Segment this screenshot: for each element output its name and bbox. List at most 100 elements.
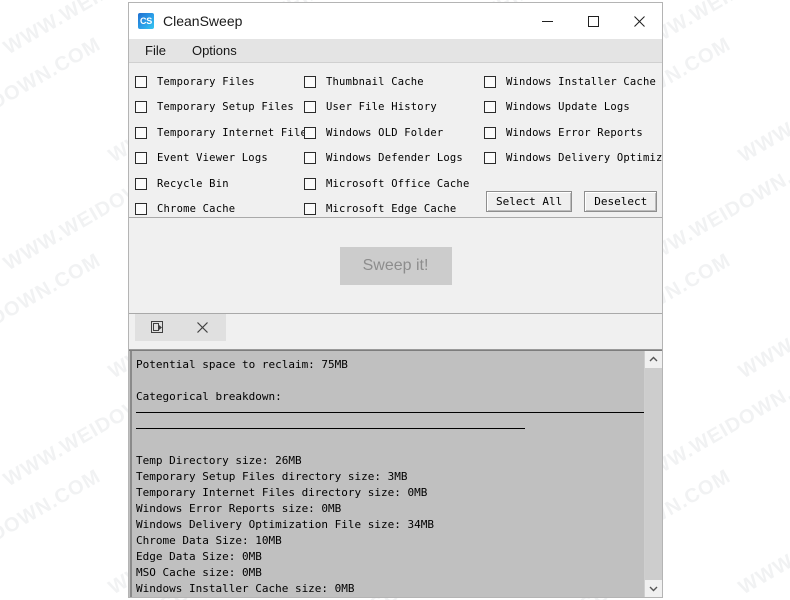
menu-bar: File Options — [129, 39, 662, 63]
cleanup-option-label: Event Viewer Logs — [157, 152, 268, 165]
checkbox-windows-old-folder[interactable] — [304, 126, 316, 139]
checkbox-microsoft-edge-cache[interactable] — [304, 203, 316, 216]
cleansweep-app-icon: CS — [138, 13, 154, 29]
checkbox-temporary-setup-files[interactable] — [135, 101, 147, 114]
scroll-down-button[interactable] — [645, 580, 662, 597]
output-blank-line — [132, 373, 644, 389]
window-controls — [524, 3, 662, 39]
watermark-text: WWW.WEIDOWN.COM — [0, 249, 105, 384]
close-button[interactable] — [616, 3, 662, 39]
output-breakdown-line: Temporary Setup Files directory size: 3M… — [136, 470, 408, 483]
checkbox-microsoft-office-cache[interactable] — [304, 177, 316, 190]
cleanup-option-row[interactable]: Temporary Setup Files — [135, 95, 314, 121]
options-column-2: Thumbnail Cache User File History Windows … — [304, 69, 469, 218]
cleanup-option-label: Temporary Setup Files — [157, 101, 294, 114]
cleanup-option-row[interactable]: Windows Error Reports — [484, 120, 662, 146]
cleanup-option-row[interactable]: Event Viewer Logs — [135, 146, 314, 172]
watermark-text: WWW.WEIDOWN.COM — [0, 33, 105, 168]
scrollbar-thumb[interactable] — [645, 368, 662, 580]
cleanup-option-label: Windows Defender Logs — [326, 152, 463, 165]
minimize-button[interactable] — [524, 3, 570, 39]
window-title: CleanSweep — [163, 13, 243, 29]
cleanup-option-row[interactable]: Temporary Files — [135, 69, 314, 95]
cleanup-option-label: Chrome Cache — [157, 203, 236, 216]
cleanup-option-label: Windows Installer Cache — [506, 75, 656, 88]
output-toolbar-row — [129, 314, 662, 350]
output-breakdown-line: Windows Delivery Optimization File size:… — [136, 518, 435, 531]
output-breakdown-line: Temporary Internet Files directory size:… — [136, 486, 428, 499]
cleanup-option-label: Windows OLD Folder — [326, 126, 444, 139]
checkbox-windows-delivery-optimizat[interactable] — [484, 152, 496, 165]
output-breakdown-line: Edge Data Size: 0MB — [136, 550, 262, 563]
cleanup-option-label: Recycle Bin — [157, 177, 229, 190]
cleanup-option-label: Microsoft Office Cache — [326, 177, 470, 190]
output-blank-line — [132, 437, 644, 453]
output-toolbar — [135, 314, 226, 341]
checkbox-recycle-bin[interactable] — [135, 177, 147, 190]
maximize-button[interactable] — [570, 3, 616, 39]
menu-item-file[interactable]: File — [135, 41, 176, 60]
checkbox-chrome-cache[interactable] — [135, 203, 147, 216]
output-separator — [132, 405, 644, 421]
title-bar: CS CleanSweep — [129, 3, 662, 39]
checkbox-temporary-files[interactable] — [135, 75, 147, 88]
cleanup-option-label: Thumbnail Cache — [326, 75, 424, 88]
checkbox-temporary-internet-files[interactable] — [135, 126, 147, 139]
cleanup-option-row[interactable]: Windows Delivery Optimizat — [484, 146, 662, 172]
cleanup-option-row[interactable]: Recycle Bin — [135, 171, 314, 197]
cleanup-option-label: Temporary Internet Files — [157, 126, 314, 139]
close-icon — [197, 322, 208, 333]
cleansweep-window: CS CleanSweep File Options Temporary Fil… — [128, 2, 663, 598]
menu-item-options[interactable]: Options — [182, 41, 247, 60]
watermark-text: WWW.WEIDOWN.COM — [0, 465, 105, 600]
cleanup-options-panel: Temporary Files Temporary Setup Files Temp… — [129, 63, 662, 218]
cleanup-option-label: Windows Delivery Optimizat — [506, 152, 662, 165]
cleanup-option-row[interactable]: Microsoft Edge Cache — [304, 197, 469, 218]
options-column-1: Temporary Files Temporary Setup Files Temp… — [135, 69, 314, 218]
cleanup-option-row[interactable]: Windows Installer Cache — [484, 69, 662, 95]
sweep-panel: Sweep it! — [129, 218, 662, 314]
select-all-button[interactable]: Select All — [486, 191, 573, 212]
scrollbar-track[interactable] — [645, 368, 662, 580]
deselect-button[interactable]: Deselect — [584, 191, 658, 212]
watermark-text: WWW.WEIDOWN.COM — [735, 465, 790, 600]
cleanup-option-row[interactable]: Windows Update Logs — [484, 95, 662, 121]
copy-icon — [151, 321, 163, 333]
close-icon — [633, 15, 645, 27]
clear-output-button[interactable] — [180, 314, 225, 341]
sweep-it-button[interactable]: Sweep it! — [339, 246, 452, 285]
watermark-text: WWW.WEIDOWN.COM — [735, 249, 790, 384]
options-column-3: Windows Installer Cache Windows Update Lo… — [484, 69, 662, 171]
cleanup-option-label: Microsoft Edge Cache — [326, 203, 457, 216]
checkbox-windows-defender-logs[interactable] — [304, 152, 316, 165]
cleanup-option-label: User File History — [326, 101, 437, 114]
cleanup-option-row[interactable]: Windows Defender Logs — [304, 146, 469, 172]
checkbox-windows-error-reports[interactable] — [484, 126, 496, 139]
checkbox-event-viewer-logs[interactable] — [135, 152, 147, 165]
checkbox-thumbnail-cache[interactable] — [304, 75, 316, 88]
copy-output-button[interactable] — [135, 314, 180, 341]
output-breakdown-line: Temp Directory size: 26MB — [136, 454, 302, 467]
cleanup-option-row[interactable]: Chrome Cache — [135, 197, 314, 218]
output-breakdown-heading: Categorical breakdown: — [136, 390, 282, 403]
output-area: Potential space to reclaim: 75MB Categori… — [129, 350, 662, 597]
output-breakdown-line: Windows Error Reports size: 0MB — [136, 502, 342, 515]
selection-buttons: Select All Deselect — [486, 191, 658, 212]
scroll-up-button[interactable] — [645, 351, 662, 368]
maximize-icon — [587, 15, 599, 27]
minimize-icon — [541, 20, 553, 22]
output-breakdown-line: Windows Installer Cache size: 0MB — [136, 582, 355, 595]
chevron-up-icon — [649, 356, 658, 362]
checkbox-windows-update-logs[interactable] — [484, 101, 496, 114]
checkbox-user-file-history[interactable] — [304, 101, 316, 114]
cleanup-option-row[interactable]: Microsoft Office Cache — [304, 171, 469, 197]
cleanup-option-row[interactable]: Thumbnail Cache — [304, 69, 469, 95]
output-text[interactable]: Potential space to reclaim: 75MB Categori… — [130, 351, 644, 597]
cleanup-option-row[interactable]: User File History — [304, 95, 469, 121]
cleanup-option-row[interactable]: Windows OLD Folder — [304, 120, 469, 146]
checkbox-windows-installer-cache[interactable] — [484, 75, 496, 88]
output-scrollbar[interactable] — [644, 351, 662, 597]
cleanup-option-row[interactable]: Temporary Internet Files — [135, 120, 314, 146]
cleanup-option-label: Temporary Files — [157, 75, 255, 88]
output-breakdown-line: MSO Cache size: 0MB — [136, 566, 262, 579]
